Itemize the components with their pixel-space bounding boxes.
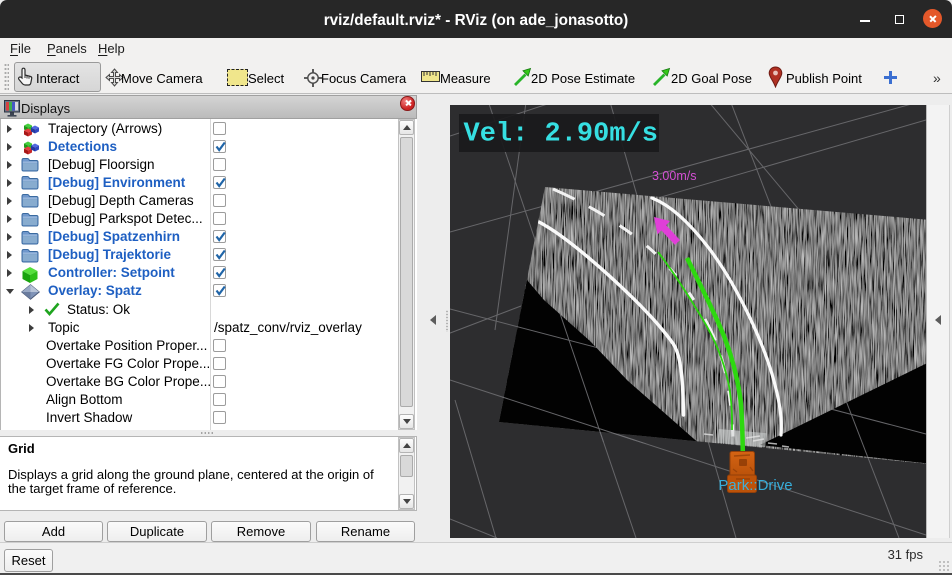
svg-text:Park::Drive: Park::Drive <box>718 477 792 494</box>
svg-text:3.00m/s: 3.00m/s <box>652 169 696 183</box>
svg-text:Vel: 2.90m/s: Vel: 2.90m/s <box>464 120 658 150</box>
